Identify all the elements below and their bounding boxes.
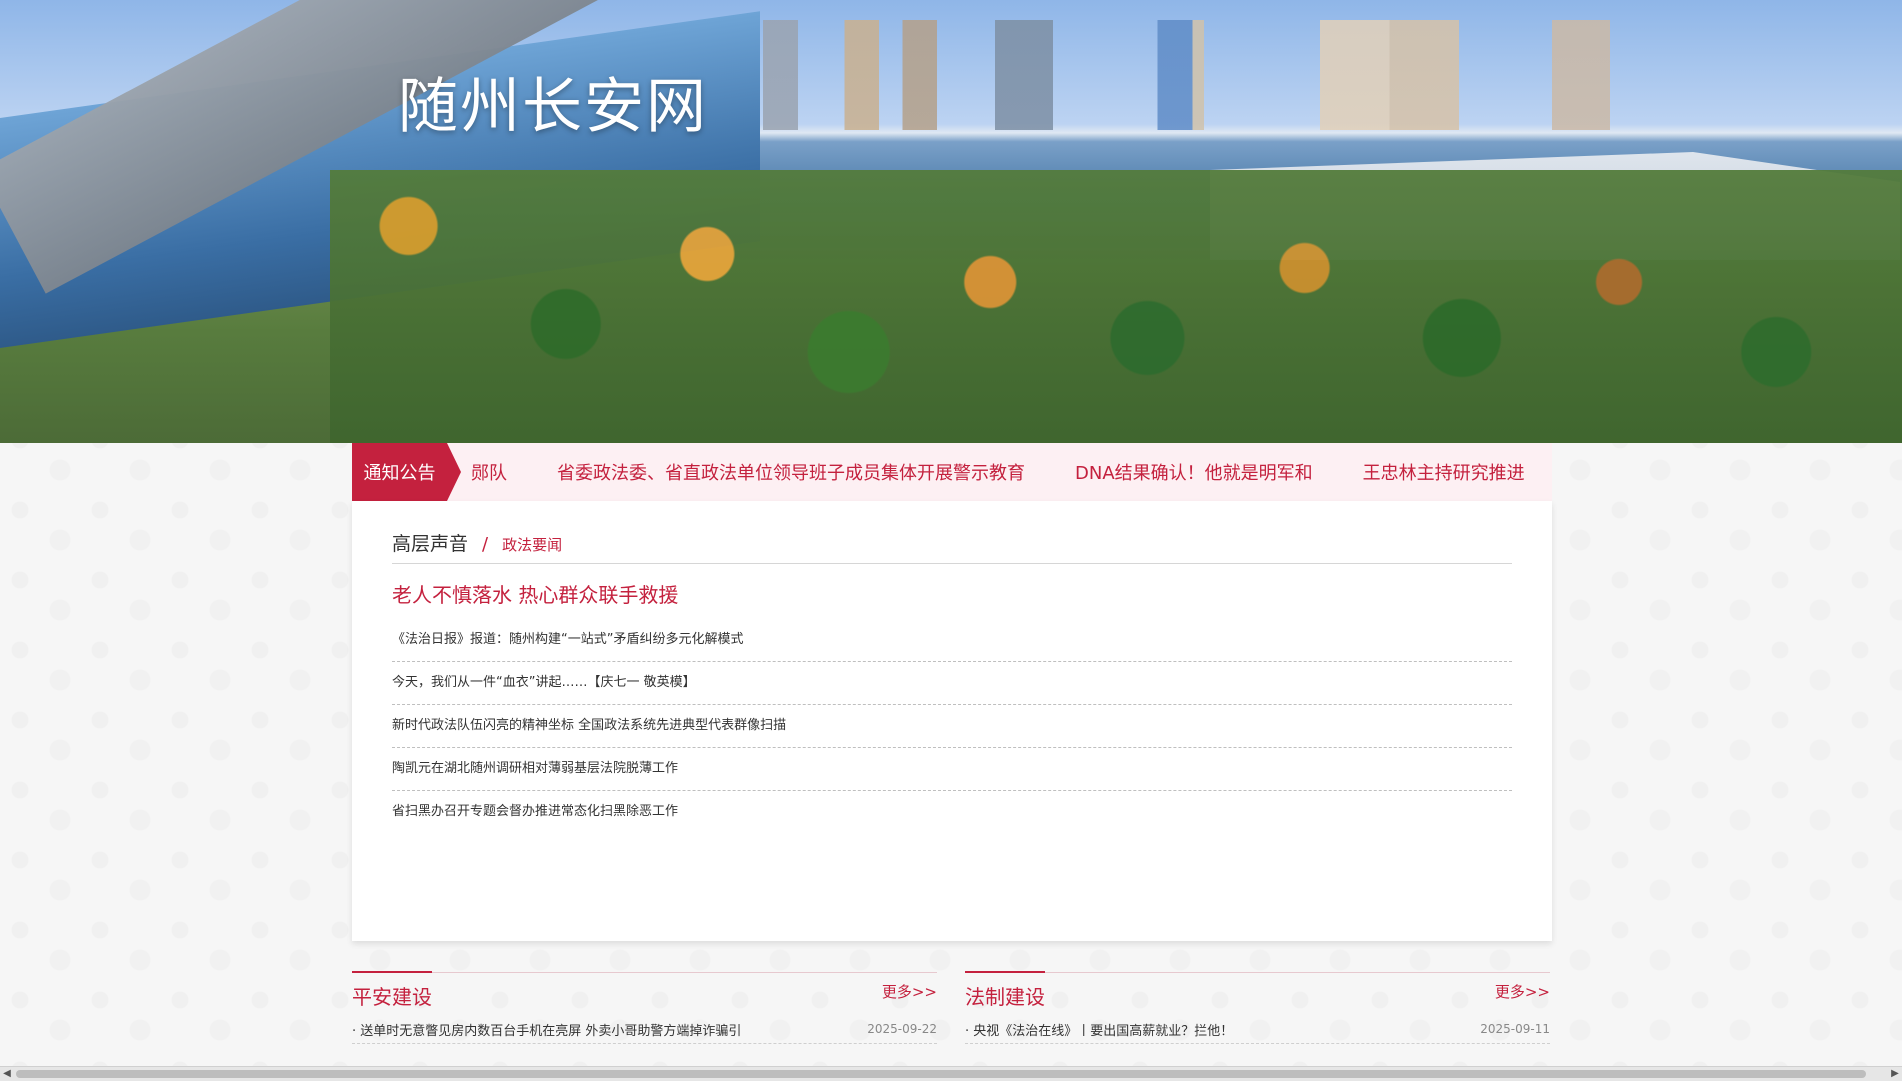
- headline-link[interactable]: 老人不慎落水 热心群众联手救援: [392, 579, 678, 608]
- scroll-left-icon[interactable]: ◀: [0, 1067, 14, 1081]
- notice-bar: 通知公告 郧队 省委政法委、省直政法单位领导班子成员集体开展警示教育 DNA结果…: [352, 443, 1552, 501]
- notice-item[interactable]: 王忠林主持研究推进: [1363, 459, 1525, 485]
- tab-separator: /: [482, 534, 489, 555]
- main-panel: 高层声音 / 政法要闻 老人不慎落水 热心群众联手救援 《法治日报》报道：随州构…: [352, 501, 1552, 941]
- section-title: 平安建设: [352, 971, 432, 1010]
- list-item[interactable]: 《法治日报》报道：随州构建“一站式”矛盾纠纷多元化解模式: [392, 619, 1512, 662]
- section-header: 法制建设 更多>>: [965, 971, 1550, 1009]
- list-item[interactable]: 新时代政法队伍闪亮的精神坐标 全国政法系统先进典型代表群像扫描: [392, 705, 1512, 748]
- horizontal-scrollbar[interactable]: ◀ ▶: [0, 1066, 1902, 1081]
- list-item[interactable]: 省扫黑办召开专题会督办推进常态化扫黑除恶工作: [392, 791, 1512, 833]
- more-link[interactable]: 更多>>: [882, 981, 937, 1002]
- section-item-date: 2025-09-22: [867, 1022, 937, 1036]
- section-item[interactable]: · 送单时无意瞥见房内数百台手机在亮屏 外卖小哥助警方端掉诈骗引 2025-09…: [352, 1015, 937, 1044]
- scroll-right-icon[interactable]: ▶: [1888, 1067, 1902, 1081]
- notice-marquee: 郧队 省委政法委、省直政法单位领导班子成员集体开展警示教育 DNA结果确认！他就…: [471, 459, 1525, 485]
- section-legal-construction: 法制建设 更多>> · 央视《法治在线》丨要出国高薪就业？拦他！ 2025-09…: [965, 971, 1550, 1044]
- news-list: 《法治日报》报道：随州构建“一站式”矛盾纠纷多元化解模式 今天，我们从一件“血衣…: [392, 619, 1512, 833]
- list-item[interactable]: 今天，我们从一件“血衣”讲起……【庆七一 敬英模】: [392, 662, 1512, 705]
- site-title: 随州长安网: [398, 72, 708, 142]
- notice-item[interactable]: 郧队: [471, 459, 507, 485]
- news-tabs: 高层声音 / 政法要闻: [392, 529, 1512, 564]
- notice-label: 通知公告: [352, 443, 461, 501]
- tab-politics-law-news[interactable]: 政法要闻: [502, 534, 562, 555]
- section-item-date: 2025-09-11: [1480, 1022, 1550, 1036]
- section-title: 法制建设: [965, 971, 1045, 1010]
- trees-graphic: [330, 170, 1902, 443]
- list-item[interactable]: 陶凯元在湖北随州调研相对薄弱基层法院脱薄工作: [392, 748, 1512, 791]
- section-safety-construction: 平安建设 更多>> · 送单时无意瞥见房内数百台手机在亮屏 外卖小哥助警方端掉诈…: [352, 971, 937, 1044]
- tab-high-level-voice[interactable]: 高层声音: [392, 529, 468, 556]
- scrollbar-thumb[interactable]: [16, 1070, 1866, 1078]
- skyline-graphic: [740, 20, 1900, 130]
- banner: 随州长安网: [0, 0, 1902, 443]
- notice-item[interactable]: DNA结果确认！他就是明军和: [1075, 459, 1313, 485]
- more-link[interactable]: 更多>>: [1495, 981, 1550, 1002]
- section-header: 平安建设 更多>>: [352, 971, 937, 1009]
- section-item-title[interactable]: · 送单时无意瞥见房内数百台手机在亮屏 外卖小哥助警方端掉诈骗引: [352, 1020, 741, 1039]
- section-item-title[interactable]: · 央视《法治在线》丨要出国高薪就业？拦他！: [965, 1020, 1233, 1039]
- section-item[interactable]: · 央视《法治在线》丨要出国高薪就业？拦他！ 2025-09-11: [965, 1015, 1550, 1044]
- notice-item[interactable]: 省委政法委、省直政法单位领导班子成员集体开展警示教育: [557, 459, 1025, 485]
